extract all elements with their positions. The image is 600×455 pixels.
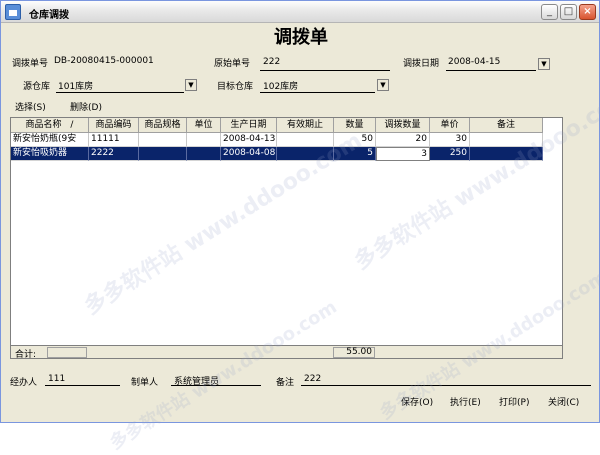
cell-prod-date[interactable]: 2008-04-08 [221, 147, 277, 161]
items-grid[interactable]: 商品名称 / 商品编码 商品规格 单位 生产日期 有效期止 数量 调拨数量 单价… [10, 117, 563, 360]
order-no-label: 调拨单号 [12, 59, 49, 69]
delete-button[interactable]: 删除(D) [70, 100, 102, 113]
grid-footer: 合计: 55.00 [11, 345, 562, 360]
transfer-window: 仓库调拨 _ □ × 调拨单 调拨单号 DB-20080415-000001 原… [0, 0, 600, 454]
col-header-prod-date[interactable]: 生产日期 [221, 118, 277, 133]
col-header-expiry[interactable]: 有效期止 [277, 118, 334, 133]
date-field[interactable]: 2008-04-15 [448, 57, 500, 67]
note-label: 备注 [276, 378, 295, 388]
execute-button[interactable]: 执行(E) [450, 395, 481, 408]
cell-price[interactable]: 250 [430, 147, 470, 161]
dst-warehouse-label: 目标仓库 [217, 82, 254, 92]
print-button[interactable]: 打印(P) [499, 395, 529, 408]
origin-no-label: 原始单号 [214, 59, 251, 69]
cell-unit[interactable] [187, 147, 221, 161]
cell-note[interactable] [470, 147, 543, 161]
save-button[interactable]: 保存(O) [401, 395, 433, 408]
close-window-button[interactable]: × [579, 4, 596, 20]
maximize-button[interactable]: □ [560, 4, 577, 20]
date-dropdown-icon[interactable]: ▼ [538, 58, 550, 70]
cell-transfer-qty[interactable]: 20 [376, 133, 430, 147]
handler-field[interactable]: 111 [48, 374, 65, 384]
src-warehouse-label: 源仓库 [23, 82, 51, 92]
cell-code[interactable]: 11111 [89, 133, 139, 147]
total-empty-box [47, 347, 87, 358]
col-header-spec[interactable]: 商品规格 [139, 118, 187, 133]
total-value: 55.00 [333, 347, 375, 358]
app-icon [5, 4, 21, 20]
note-field[interactable]: 222 [304, 374, 321, 384]
dst-warehouse-underline [260, 92, 375, 93]
cell-transfer-qty-editor[interactable]: 3 [376, 147, 430, 161]
dst-warehouse-dropdown-icon[interactable]: ▼ [377, 79, 389, 91]
select-button[interactable]: 选择(S) [15, 100, 46, 113]
cell-expiry[interactable] [277, 147, 334, 161]
src-warehouse-underline [56, 92, 184, 93]
cell-spec[interactable] [139, 147, 187, 161]
cell-prod-date[interactable]: 2008-04-13 [221, 133, 277, 147]
dst-warehouse-select[interactable]: 102库房 [263, 79, 298, 92]
cell-unit[interactable] [187, 133, 221, 147]
cell-spec[interactable] [139, 133, 187, 147]
col-header-name[interactable]: 商品名称 / [11, 118, 89, 133]
cell-expiry[interactable] [277, 133, 334, 147]
handler-label: 经办人 [10, 378, 38, 388]
col-header-note[interactable]: 备注 [470, 118, 543, 133]
order-no-value: DB-20080415-000001 [54, 56, 154, 66]
maker-label: 制单人 [131, 378, 159, 388]
origin-no-field[interactable]: 222 [263, 57, 280, 67]
minimize-button[interactable]: _ [541, 4, 558, 20]
total-label: 合计: [15, 350, 37, 360]
cell-note[interactable] [470, 133, 543, 147]
col-header-price[interactable]: 单价 [430, 118, 470, 133]
cell-qty[interactable]: 5 [334, 147, 376, 161]
title-bar[interactable]: 仓库调拨 _ □ × [1, 1, 599, 23]
cell-code[interactable]: 2222 [89, 147, 139, 161]
cell-price[interactable]: 30 [430, 133, 470, 147]
col-header-transfer-qty[interactable]: 调拨数量 [376, 118, 430, 133]
col-header-unit[interactable]: 单位 [187, 118, 221, 133]
col-header-code[interactable]: 商品编码 [89, 118, 139, 133]
sort-icon: / [70, 120, 74, 130]
origin-no-underline [260, 70, 390, 71]
src-warehouse-select[interactable]: 101库房 [58, 79, 93, 92]
date-label: 调拨日期 [403, 59, 440, 69]
close-button[interactable]: 关闭(C) [548, 395, 579, 408]
note-underline [301, 385, 591, 386]
date-underline [446, 70, 536, 71]
document-title: 调拨单 [274, 27, 328, 48]
cell-qty[interactable]: 50 [334, 133, 376, 147]
cell-name[interactable]: 新安怡奶瓶(9安 [11, 133, 89, 147]
window-title: 仓库调拨 [29, 10, 69, 21]
src-warehouse-dropdown-icon[interactable]: ▼ [185, 79, 197, 91]
maker-underline [171, 385, 261, 386]
cell-name[interactable]: 新安怡吸奶器 [11, 147, 89, 161]
col-header-qty[interactable]: 数量 [334, 118, 376, 133]
handler-underline [45, 385, 120, 386]
